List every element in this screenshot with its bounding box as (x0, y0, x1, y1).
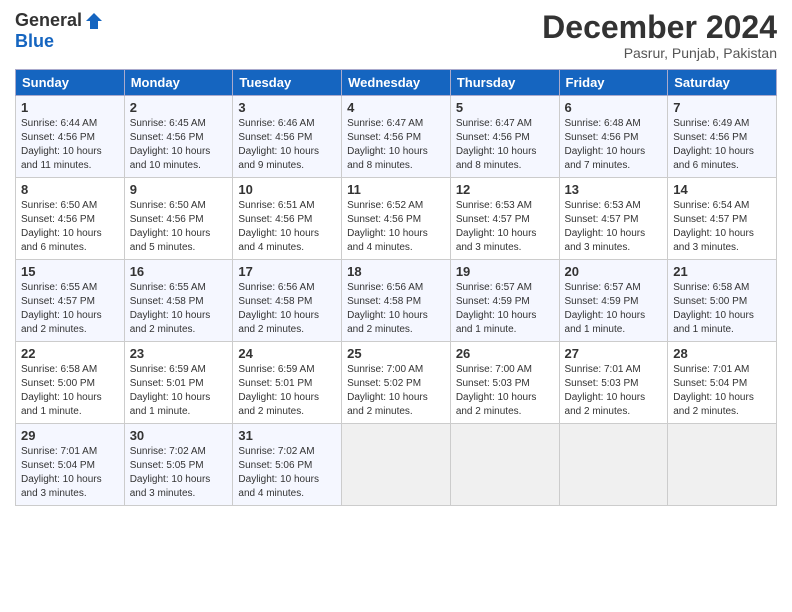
day-8: 8 Sunrise: 6:50 AMSunset: 4:56 PMDayligh… (16, 178, 125, 260)
calendar-table: Sunday Monday Tuesday Wednesday Thursday… (15, 69, 777, 506)
day-28: 28 Sunrise: 7:01 AMSunset: 5:04 PMDaylig… (668, 342, 777, 424)
logo: General Blue (15, 10, 104, 52)
day-13: 13 Sunrise: 6:53 AMSunset: 4:57 PMDaylig… (559, 178, 668, 260)
day-20: 20 Sunrise: 6:57 AMSunset: 4:59 PMDaylig… (559, 260, 668, 342)
empty-cell (559, 424, 668, 506)
day-4: 4 Sunrise: 6:47 AMSunset: 4:56 PMDayligh… (342, 96, 451, 178)
day-25: 25 Sunrise: 7:00 AMSunset: 5:02 PMDaylig… (342, 342, 451, 424)
day-24: 24 Sunrise: 6:59 AMSunset: 5:01 PMDaylig… (233, 342, 342, 424)
month-title: December 2024 (542, 10, 777, 45)
col-tuesday: Tuesday (233, 70, 342, 96)
day-7: 7 Sunrise: 6:49 AMSunset: 4:56 PMDayligh… (668, 96, 777, 178)
col-thursday: Thursday (450, 70, 559, 96)
day-6: 6 Sunrise: 6:48 AMSunset: 4:56 PMDayligh… (559, 96, 668, 178)
col-wednesday: Wednesday (342, 70, 451, 96)
day-26: 26 Sunrise: 7:00 AMSunset: 5:03 PMDaylig… (450, 342, 559, 424)
day-21: 21 Sunrise: 6:58 AMSunset: 5:00 PMDaylig… (668, 260, 777, 342)
empty-cell (668, 424, 777, 506)
day-5: 5 Sunrise: 6:47 AMSunset: 4:56 PMDayligh… (450, 96, 559, 178)
logo-general: General (15, 10, 82, 31)
empty-cell (342, 424, 451, 506)
logo-blue: Blue (15, 31, 54, 52)
header-row: Sunday Monday Tuesday Wednesday Thursday… (16, 70, 777, 96)
header: General Blue December 2024 Pasrur, Punja… (15, 10, 777, 61)
title-section: December 2024 Pasrur, Punjab, Pakistan (542, 10, 777, 61)
day-19: 19 Sunrise: 6:57 AMSunset: 4:59 PMDaylig… (450, 260, 559, 342)
day-11: 11 Sunrise: 6:52 AMSunset: 4:56 PMDaylig… (342, 178, 451, 260)
day-14: 14 Sunrise: 6:54 AMSunset: 4:57 PMDaylig… (668, 178, 777, 260)
col-sunday: Sunday (16, 70, 125, 96)
day-2: 2 Sunrise: 6:45 AMSunset: 4:56 PMDayligh… (124, 96, 233, 178)
week-2: 8 Sunrise: 6:50 AMSunset: 4:56 PMDayligh… (16, 178, 777, 260)
empty-cell (450, 424, 559, 506)
location: Pasrur, Punjab, Pakistan (542, 45, 777, 61)
col-saturday: Saturday (668, 70, 777, 96)
day-17: 17 Sunrise: 6:56 AMSunset: 4:58 PMDaylig… (233, 260, 342, 342)
col-monday: Monday (124, 70, 233, 96)
day-15: 15 Sunrise: 6:55 AMSunset: 4:57 PMDaylig… (16, 260, 125, 342)
week-1: 1 Sunrise: 6:44 AMSunset: 4:56 PMDayligh… (16, 96, 777, 178)
page-container: General Blue December 2024 Pasrur, Punja… (0, 0, 792, 511)
day-12: 12 Sunrise: 6:53 AMSunset: 4:57 PMDaylig… (450, 178, 559, 260)
day-16: 16 Sunrise: 6:55 AMSunset: 4:58 PMDaylig… (124, 260, 233, 342)
week-4: 22 Sunrise: 6:58 AMSunset: 5:00 PMDaylig… (16, 342, 777, 424)
day-30: 30 Sunrise: 7:02 AMSunset: 5:05 PMDaylig… (124, 424, 233, 506)
logo-icon (84, 11, 104, 31)
day-27: 27 Sunrise: 7:01 AMSunset: 5:03 PMDaylig… (559, 342, 668, 424)
day-22: 22 Sunrise: 6:58 AMSunset: 5:00 PMDaylig… (16, 342, 125, 424)
day-23: 23 Sunrise: 6:59 AMSunset: 5:01 PMDaylig… (124, 342, 233, 424)
col-friday: Friday (559, 70, 668, 96)
day-3: 3 Sunrise: 6:46 AMSunset: 4:56 PMDayligh… (233, 96, 342, 178)
day-31: 31 Sunrise: 7:02 AMSunset: 5:06 PMDaylig… (233, 424, 342, 506)
day-9: 9 Sunrise: 6:50 AMSunset: 4:56 PMDayligh… (124, 178, 233, 260)
day-10: 10 Sunrise: 6:51 AMSunset: 4:56 PMDaylig… (233, 178, 342, 260)
day-1: 1 Sunrise: 6:44 AMSunset: 4:56 PMDayligh… (16, 96, 125, 178)
week-5: 29 Sunrise: 7:01 AMSunset: 5:04 PMDaylig… (16, 424, 777, 506)
day-18: 18 Sunrise: 6:56 AMSunset: 4:58 PMDaylig… (342, 260, 451, 342)
week-3: 15 Sunrise: 6:55 AMSunset: 4:57 PMDaylig… (16, 260, 777, 342)
day-29: 29 Sunrise: 7:01 AMSunset: 5:04 PMDaylig… (16, 424, 125, 506)
